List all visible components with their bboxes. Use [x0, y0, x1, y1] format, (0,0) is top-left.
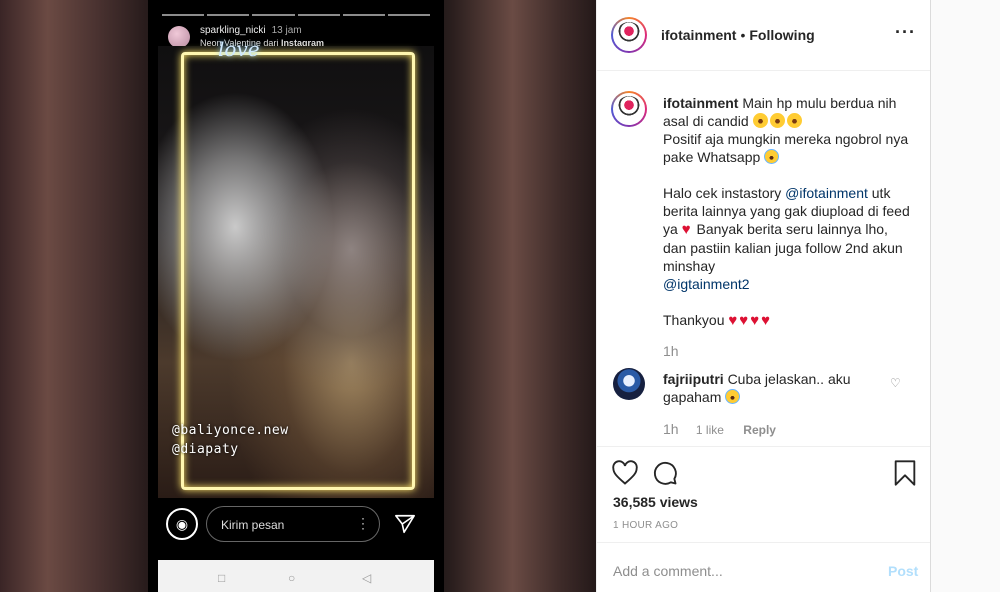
mention-igtainment2[interactable]: @igtainment2 — [663, 276, 750, 292]
laughing-emoji-icon — [769, 113, 785, 128]
commenter-avatar[interactable] — [613, 368, 645, 400]
comment-text: fajriiputri Cuba jelaskan.. aku gapaham — [663, 370, 873, 406]
story-tag-1: @baliyonce.new — [172, 423, 289, 438]
story-progress-bars — [162, 14, 431, 16]
red-heart-icon: ♥ — [750, 312, 760, 329]
comment-likes[interactable]: 1 like — [696, 423, 724, 437]
post-media[interactable]: sparkling_nicki 13 jam Neon Valentine dar… — [0, 0, 596, 592]
story-reply-bar: ◉ Kirim pesan · · · — [148, 500, 444, 548]
comment-item: fajriiputri Cuba jelaskan.. aku gapaham … — [597, 360, 931, 440]
android-nav-bar: □ ○ ◁ — [158, 560, 434, 592]
view-count[interactable]: 36,585 views — [613, 494, 698, 510]
story-tag-2: @diapaty — [172, 442, 239, 457]
message-placeholder: Kirim pesan — [221, 518, 285, 532]
recents-icon: □ — [218, 571, 226, 585]
bookmark-icon[interactable] — [891, 459, 919, 487]
caption-line-6: Thankyou — [663, 312, 725, 328]
story-message-input: Kirim pesan · · · — [206, 506, 380, 542]
red-heart-icon: ♥ — [739, 312, 749, 329]
home-icon: ○ — [288, 571, 296, 585]
red-heart-icon: ♥ — [728, 312, 738, 329]
send-icon — [395, 514, 415, 534]
post-comment-button[interactable]: Post — [888, 563, 918, 579]
neon-love-text: love — [218, 37, 260, 61]
story-header: sparkling_nicki 13 jam — [200, 25, 302, 36]
following-button[interactable]: Following — [749, 27, 814, 43]
phone-screenshot: sparkling_nicki 13 jam Neon Valentine dar… — [148, 0, 444, 592]
red-heart-icon: ♥ — [681, 221, 691, 238]
commenter-username[interactable]: fajriiputri — [663, 371, 724, 387]
reply-button[interactable]: Reply — [743, 423, 776, 437]
add-comment-bar: Add a comment... Post — [597, 542, 931, 592]
caption-line-2: Positif aja mungkin mereka ngobrol nya p… — [663, 131, 909, 165]
laughing-emoji-icon — [752, 113, 768, 128]
red-heart-icon: ♥ — [761, 312, 770, 329]
story-username: sparkling_nicki — [200, 25, 266, 36]
post-details-panel: ifotainment • Following ··· ifotainment Ma… — [596, 0, 931, 592]
more-vertical-icon: · · · — [361, 511, 365, 535]
separator-dot: • — [740, 27, 746, 43]
more-options-icon[interactable]: ··· — [895, 22, 916, 43]
caption-text: ifotainment Main hp mulu berdua nih asal… — [663, 94, 913, 330]
caption-timestamp[interactable]: 1h — [663, 343, 679, 359]
post-time-ago[interactable]: 1 HOUR AGO — [613, 520, 678, 531]
caption-line-4: Banyak berita seru lainnya lho, dan past… — [663, 221, 903, 274]
page-background-edge — [930, 0, 1000, 592]
caption-avatar[interactable] — [611, 91, 647, 127]
crying-emoji-icon — [764, 149, 780, 164]
comment-time[interactable]: 1h — [663, 421, 679, 437]
laughing-emoji-icon — [786, 113, 802, 128]
caption-line-3-pre: Halo cek instastory — [663, 185, 782, 201]
comment-meta: 1h 1 like Reply — [663, 421, 776, 437]
story-avatar — [168, 26, 190, 48]
back-icon: ◁ — [362, 571, 372, 585]
account-name-link[interactable]: ifotainment — [661, 27, 736, 43]
caption-username[interactable]: ifotainment — [663, 95, 738, 111]
action-bar: 36,585 views 1 HOUR AGO — [597, 446, 931, 542]
add-comment-input[interactable]: Add a comment... — [613, 563, 723, 579]
mention-ifotainment[interactable]: @ifotainment — [785, 185, 868, 201]
crying-emoji-icon — [725, 389, 741, 404]
story-time: 13 jam — [271, 25, 302, 36]
account-avatar[interactable] — [611, 17, 647, 53]
camera-icon: ◉ — [166, 508, 198, 540]
comment-like-heart-icon[interactable]: ♡ — [890, 376, 902, 390]
post-header: ifotainment • Following ··· — [597, 0, 931, 71]
header-account-line: ifotainment • Following — [661, 27, 815, 43]
like-heart-icon[interactable] — [611, 459, 639, 487]
comment-bubble-icon[interactable] — [651, 459, 679, 487]
